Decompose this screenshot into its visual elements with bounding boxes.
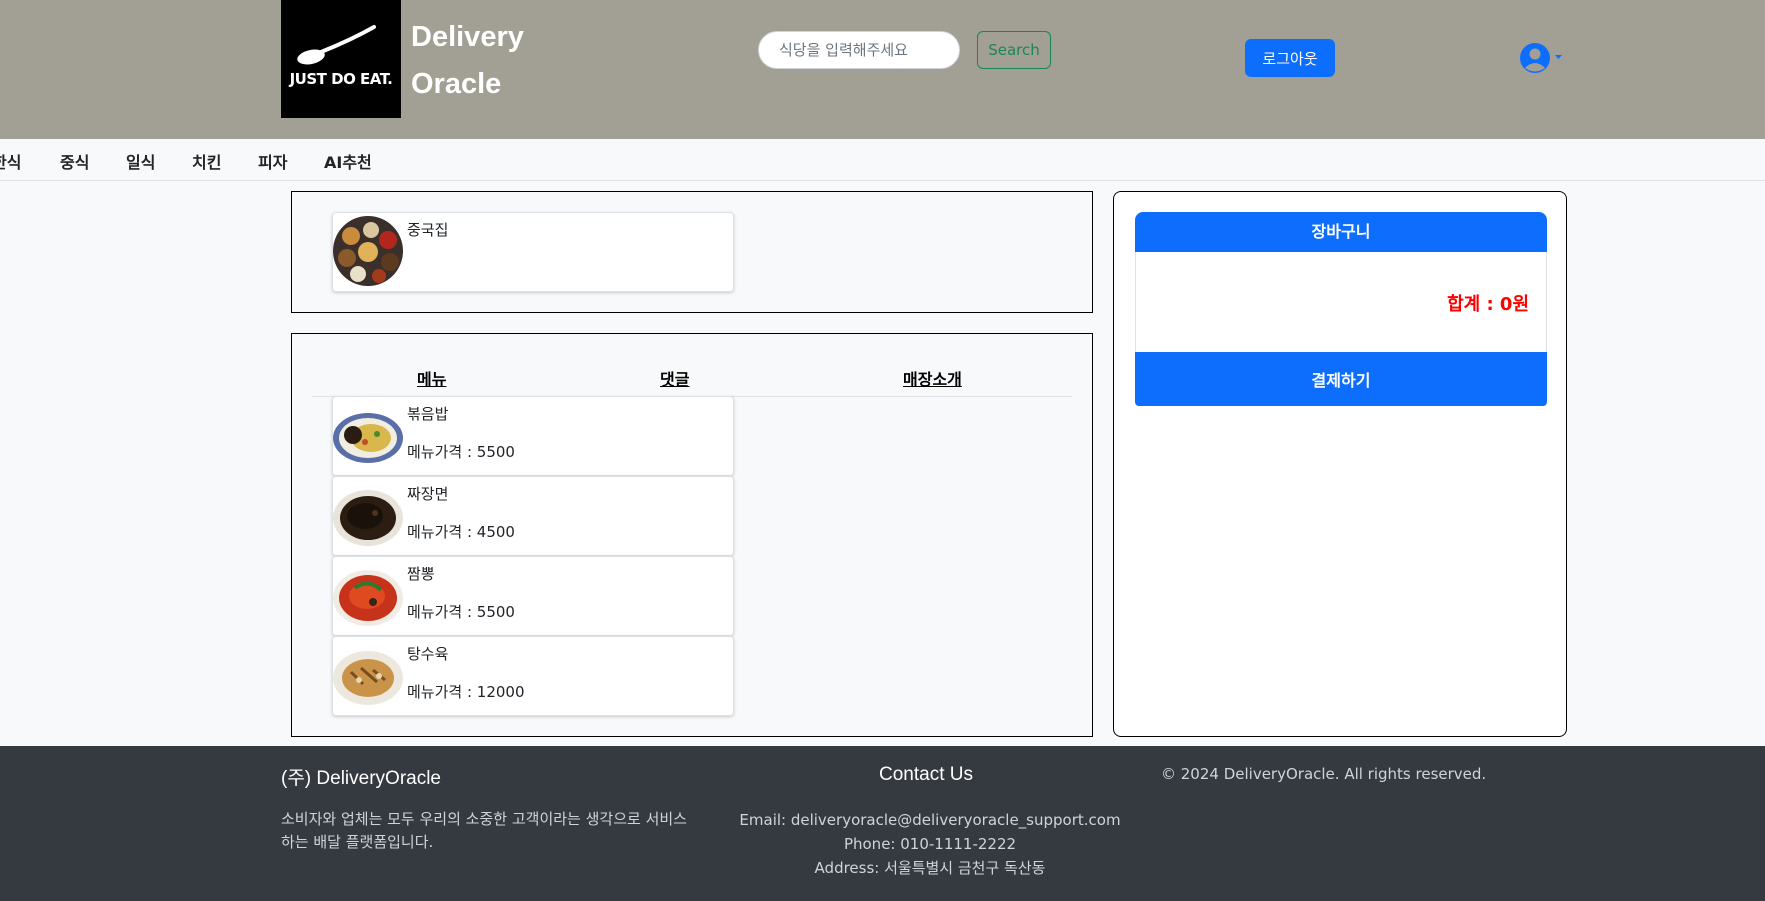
- category-chinese[interactable]: 중식: [60, 149, 89, 173]
- footer-address: Address: 서울특별시 금천구 독산동: [814, 859, 1046, 877]
- store-card[interactable]: 중국집: [332, 212, 734, 292]
- menu-item[interactable]: 볶음밥 메뉴가격 : 5500: [332, 396, 734, 476]
- menu-item-price: 메뉴가격 : 5500: [407, 601, 515, 622]
- site-header: JUST DO EAT. Delivery Oracle Search 로그아웃: [0, 0, 1765, 139]
- user-menu-dropdown[interactable]: [1520, 43, 1566, 73]
- category-ai-recommend[interactable]: AI추천: [324, 149, 372, 173]
- checkout-button[interactable]: 결제하기: [1135, 352, 1547, 406]
- logo-text: JUST DO EAT.: [289, 70, 393, 88]
- category-pizza[interactable]: 피자: [258, 149, 287, 173]
- menu-item-image: [333, 413, 403, 463]
- footer-description: 소비자와 업체는 모두 우리의 소중한 고객이라는 생각으로 서비스하는 배달 …: [281, 810, 687, 851]
- menu-item[interactable]: 짜장면 메뉴가격 : 4500: [332, 476, 734, 556]
- menu-item-name: 볶음밥: [407, 405, 449, 423]
- tab-store-info[interactable]: 매장소개: [903, 366, 962, 390]
- menu-price-label: 메뉴가격 :: [407, 443, 477, 461]
- menu-item-name: 탕수육: [407, 645, 449, 663]
- menu-panel: 메뉴 댓글 매장소개 볶음밥 메뉴가격 : 5500 짜장면 메뉴가격 : 45…: [291, 333, 1093, 737]
- site-logo[interactable]: JUST DO EAT.: [281, 0, 401, 118]
- menu-price-value: 5500: [476, 603, 515, 621]
- brand-line-2: Oracle: [411, 68, 502, 100]
- category-chicken[interactable]: 치킨: [192, 149, 221, 173]
- site-footer: (주) DeliveryOracle 소비자와 업체는 모두 우리의 소중한 고…: [0, 746, 1765, 901]
- logout-button[interactable]: 로그아웃: [1245, 39, 1335, 77]
- menu-item-name: 짜장면: [407, 485, 449, 503]
- menu-price-label: 메뉴가격 :: [407, 523, 477, 541]
- category-korean[interactable]: 한식: [0, 149, 21, 173]
- store-panel: 중국집: [291, 191, 1093, 313]
- search-input[interactable]: [758, 31, 960, 69]
- brand-line-1: Delivery: [411, 21, 524, 53]
- menu-price-label: 메뉴가격 :: [407, 603, 477, 621]
- search-button[interactable]: Search: [977, 31, 1051, 69]
- menu-item-name: 짬뽕: [407, 565, 435, 583]
- footer-company-name: (주) DeliveryOracle: [281, 768, 441, 789]
- menu-tabs: 메뉴 댓글 매장소개: [312, 334, 1072, 397]
- menu-price-value: 12000: [476, 683, 525, 701]
- chevron-down-icon: [1555, 55, 1562, 59]
- menu-item-price: 메뉴가격 : 5500: [407, 441, 515, 462]
- store-image: [333, 216, 403, 286]
- menu-item-image: [333, 490, 403, 546]
- menu-item-price: 메뉴가격 : 4500: [407, 521, 515, 542]
- menu-price-value: 4500: [476, 523, 515, 541]
- footer-copyright: © 2024 DeliveryOracle. All rights reserv…: [1161, 765, 1487, 783]
- menu-item[interactable]: 짬뽕 메뉴가격 : 5500: [332, 556, 734, 636]
- menu-item-price: 메뉴가격 : 12000: [407, 681, 525, 702]
- footer-email: Email: deliveryoracle@deliveryoracle_sup…: [739, 811, 1121, 829]
- footer-contact-info: Email: deliveryoracle@deliveryoracle_sup…: [700, 808, 1160, 880]
- cart-title: 장바구니: [1135, 212, 1547, 252]
- cart-total: 합계 : 0원: [1447, 294, 1529, 315]
- menu-item-image: [333, 651, 403, 705]
- store-name: 중국집: [407, 221, 449, 239]
- spoon-icon: [297, 25, 376, 65]
- menu-price-value: 5500: [476, 443, 515, 461]
- menu-price-label: 메뉴가격 :: [407, 683, 477, 701]
- footer-contact-title: Contact Us: [879, 764, 973, 785]
- category-nav: 한식 중식 일식 치킨 피자 AI추천: [0, 139, 1765, 181]
- menu-item[interactable]: 탕수육 메뉴가격 : 12000: [332, 636, 734, 716]
- user-circle-icon: [1520, 43, 1562, 73]
- tab-comments[interactable]: 댓글: [660, 366, 689, 390]
- cart-body: 합계 : 0원: [1135, 252, 1547, 352]
- category-japanese[interactable]: 일식: [126, 149, 155, 173]
- cart-panel: 장바구니 합계 : 0원 결제하기: [1113, 191, 1567, 737]
- menu-item-image: [333, 570, 403, 626]
- brand-name[interactable]: Delivery Oracle: [411, 14, 524, 108]
- tab-menu[interactable]: 메뉴: [417, 366, 446, 390]
- footer-phone: Phone: 010-1111-2222: [843, 835, 1017, 853]
